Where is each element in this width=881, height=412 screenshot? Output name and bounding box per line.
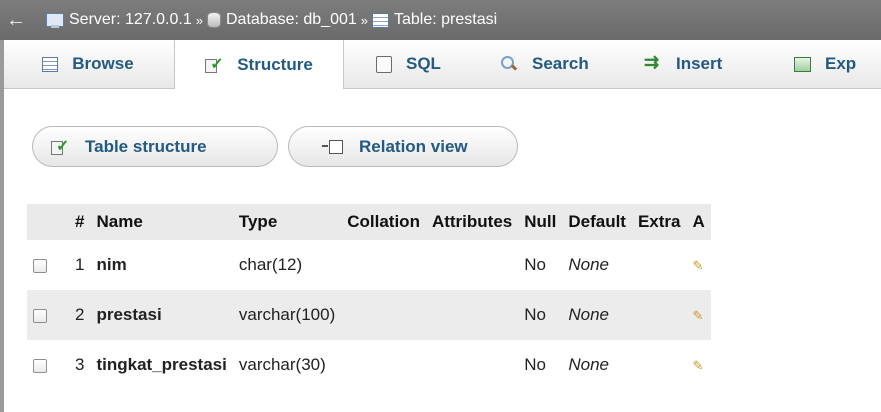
sql-icon — [376, 55, 392, 73]
tab-browse[interactable]: Browse — [8, 40, 168, 88]
row-checkbox[interactable] — [33, 258, 47, 273]
column-type: varchar(100) — [232, 290, 342, 340]
database-icon — [206, 12, 221, 28]
column-extra — [631, 290, 687, 340]
row-action-cell: ✎ — [686, 290, 711, 340]
breadcrumb-database[interactable]: Database: db_001 — [206, 11, 357, 29]
tab-search-label: Search — [532, 54, 589, 73]
tab-structure-label: Structure — [237, 54, 313, 74]
edit-pencil-icon[interactable]: ✎ — [693, 258, 704, 273]
row-num: 3 — [69, 340, 91, 390]
table-icon — [372, 12, 389, 28]
header-type[interactable]: Type — [232, 204, 342, 240]
tab-sql[interactable]: SQL — [376, 40, 476, 88]
row-checkbox[interactable] — [33, 358, 47, 373]
edit-pencil-icon[interactable]: ✎ — [693, 308, 704, 323]
row-action-cell: ✎ — [686, 340, 711, 390]
row-num: 2 — [69, 290, 91, 340]
header-null[interactable]: Null — [518, 204, 563, 240]
column-default: None — [562, 240, 632, 290]
browse-icon — [42, 56, 59, 72]
table-row: 2 prestasi varchar(100) No None ✎ — [27, 290, 711, 340]
column-extra — [631, 340, 687, 390]
column-type: varchar(30) — [232, 340, 342, 390]
table-header-row: # Name Type Collation Attributes Null De… — [27, 204, 711, 240]
table-row: 1 nim char(12) No None ✎ — [27, 240, 711, 290]
tab-sql-label: SQL — [406, 54, 441, 73]
table-row: 3 tingkat_prestasi varchar(30) No None ✎ — [27, 340, 711, 390]
relation-view-label: Relation view — [359, 136, 468, 156]
column-null: No — [518, 290, 563, 340]
structure-icon — [51, 136, 69, 156]
tab-bar: Browse Structure SQL Search Insert Exp — [4, 40, 881, 89]
column-collation — [341, 340, 426, 390]
tab-structure[interactable]: Structure — [174, 40, 344, 89]
column-extra — [631, 240, 687, 290]
table-structure-label: Table structure — [85, 136, 207, 156]
export-icon — [794, 56, 811, 72]
header-extra[interactable]: Extra — [631, 204, 687, 240]
breadcrumb-server[interactable]: Server: 127.0.0.1 — [46, 11, 192, 29]
column-collation — [341, 290, 426, 340]
breadcrumb-separator: » — [360, 12, 368, 28]
relation-view-button[interactable]: Relation view — [288, 126, 518, 167]
row-checkbox-cell — [27, 240, 69, 290]
column-name: prestasi — [90, 290, 233, 340]
breadcrumb-table-label: Table: prestasi — [394, 11, 498, 28]
column-name: tingkat_prestasi — [90, 340, 233, 390]
server-icon — [46, 13, 64, 28]
column-name: nim — [90, 240, 233, 290]
structure-icon — [205, 54, 224, 74]
breadcrumb-database-label: Database: db_001 — [225, 11, 357, 28]
row-checkbox[interactable] — [33, 308, 47, 323]
back-arrow-icon[interactable]: ← — [0, 9, 32, 32]
search-icon — [500, 56, 518, 72]
row-checkbox-cell — [27, 340, 69, 390]
tab-insert-label: Insert — [676, 54, 723, 73]
row-num: 1 — [69, 240, 91, 290]
column-default: None — [562, 340, 632, 390]
tab-search[interactable]: Search — [500, 40, 620, 88]
column-null: No — [518, 340, 563, 390]
column-attributes — [425, 340, 519, 390]
breadcrumb: ← Server: 127.0.0.1 » Database: db_001 »… — [0, 0, 881, 40]
tab-export-label: Exp — [825, 54, 857, 73]
tab-browse-label: Browse — [72, 54, 134, 73]
header-collation[interactable]: Collation — [341, 204, 426, 240]
edit-pencil-icon[interactable]: ✎ — [693, 358, 704, 373]
header-checkbox-col — [27, 204, 69, 240]
structure-table: # Name Type Collation Attributes Null De… — [27, 204, 711, 390]
column-attributes — [425, 290, 519, 340]
column-default: None — [562, 290, 632, 340]
header-default[interactable]: Default — [562, 204, 632, 240]
header-action[interactable]: A — [686, 204, 711, 240]
insert-icon — [644, 52, 662, 73]
column-type: char(12) — [232, 240, 342, 290]
breadcrumb-table[interactable]: Table: prestasi — [372, 11, 497, 29]
column-collation — [341, 240, 426, 290]
tab-insert[interactable]: Insert — [644, 40, 764, 88]
column-attributes — [425, 240, 519, 290]
breadcrumb-separator: » — [195, 12, 203, 28]
row-action-cell: ✎ — [686, 240, 711, 290]
header-attributes[interactable]: Attributes — [425, 204, 519, 240]
table-structure-button[interactable]: Table structure — [32, 126, 278, 167]
column-null: No — [518, 240, 563, 290]
header-num[interactable]: # — [69, 204, 91, 240]
row-checkbox-cell — [27, 290, 69, 340]
tab-export[interactable]: Exp — [794, 40, 881, 88]
header-name[interactable]: Name — [90, 204, 233, 240]
relation-icon — [322, 139, 343, 154]
breadcrumb-server-label: Server: 127.0.0.1 — [69, 11, 192, 28]
